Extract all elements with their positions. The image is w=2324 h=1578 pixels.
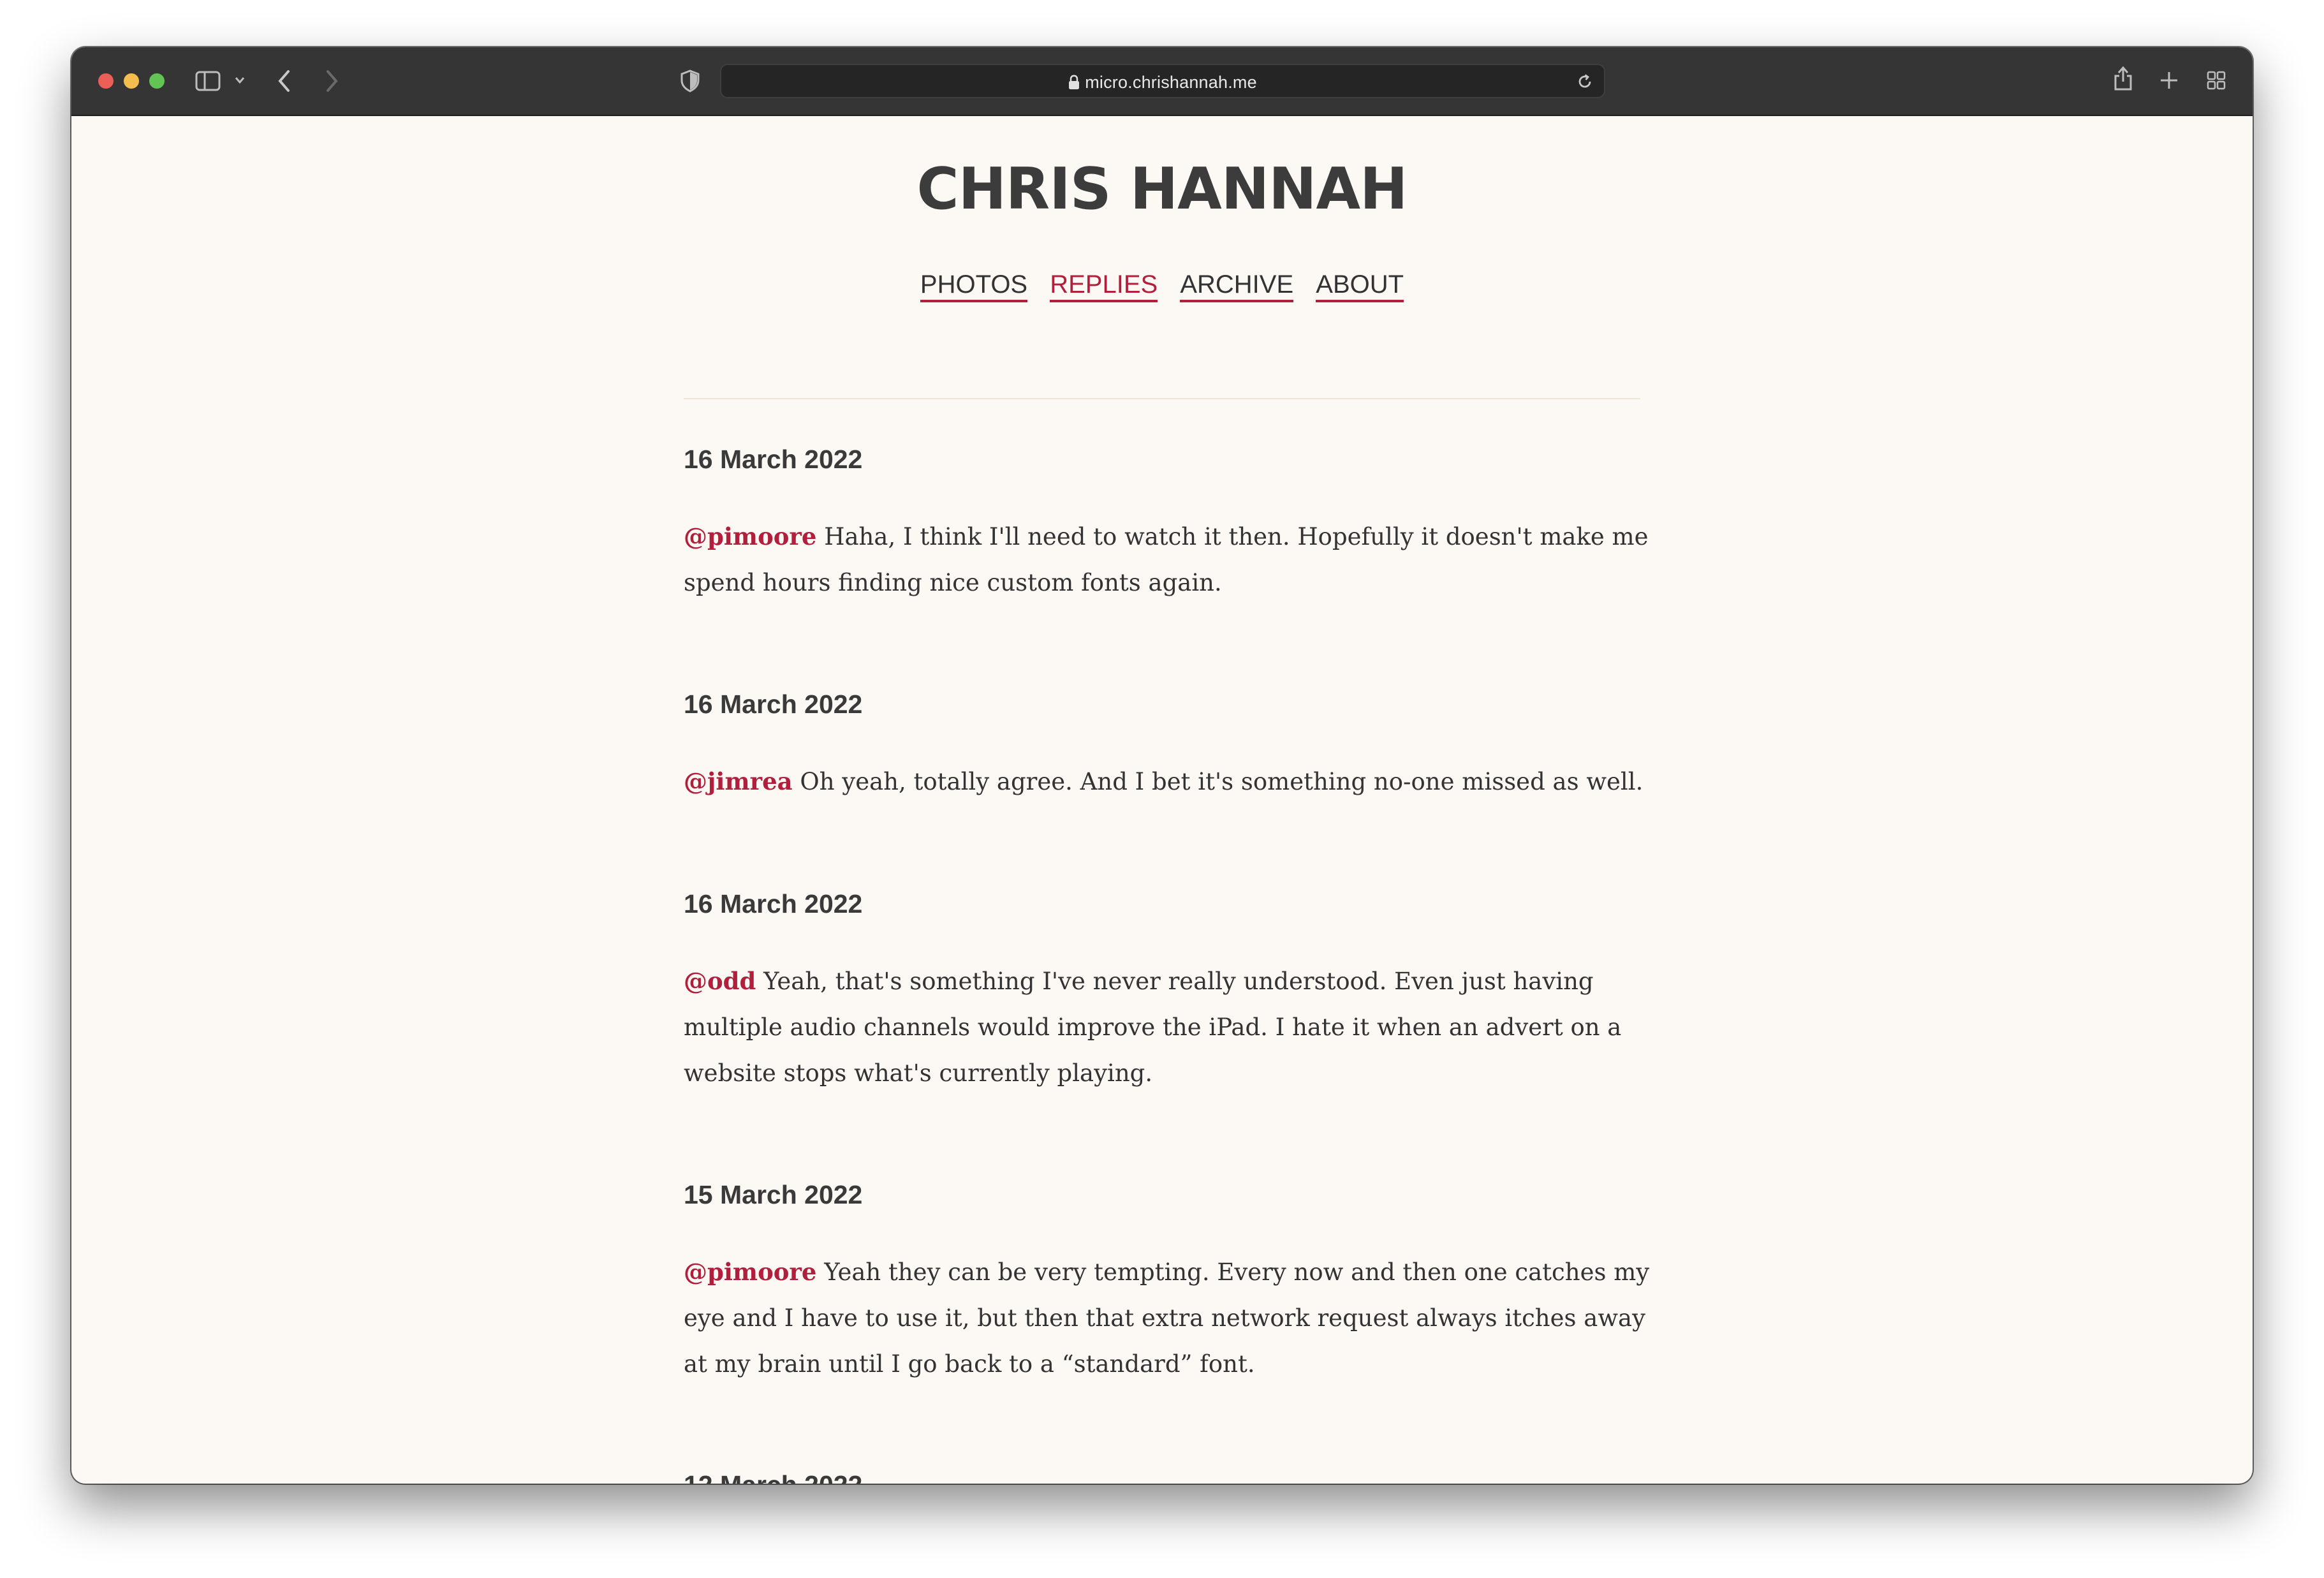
back-icon[interactable] <box>277 69 292 93</box>
post-date[interactable]: 16 March 2022 <box>684 444 1666 475</box>
browser-window: micro.chrishannah.me CHRIS HANNAH PHOTOS… <box>71 47 2253 1484</box>
reply-post: 15 March 2022 @pimoore Yeah they can be … <box>684 1179 1666 1387</box>
header-divider <box>684 398 1640 399</box>
nav-archive[interactable]: ARCHIVE <box>1180 270 1294 302</box>
post-body: @odd Yeah, that's something I've never r… <box>684 958 1666 1096</box>
share-icon[interactable] <box>2112 65 2134 92</box>
close-window-button[interactable] <box>98 73 114 89</box>
sidebar-icon[interactable] <box>195 71 221 91</box>
mention-link[interactable]: @pimoore <box>684 522 816 550</box>
minimize-window-button[interactable] <box>124 73 139 89</box>
chevron-down-icon[interactable] <box>235 77 245 84</box>
reply-post: 16 March 2022 @jimrea Oh yeah, totally a… <box>684 689 1666 805</box>
nav-about[interactable]: ABOUT <box>1316 270 1404 302</box>
address-bar[interactable]: micro.chrishannah.me <box>720 64 1605 98</box>
reload-icon[interactable] <box>1576 73 1594 91</box>
post-body: @jimrea Oh yeah, totally agree. And I be… <box>684 758 1666 805</box>
reply-post: 16 March 2022 @odd Yeah, that's somethin… <box>684 889 1666 1096</box>
post-body: @pimoore Yeah they can be very tempting.… <box>684 1249 1666 1387</box>
post-date[interactable]: 16 March 2022 <box>684 689 1666 719</box>
post-text: Yeah they can be very tempting. Every no… <box>684 1258 1650 1378</box>
page-content: CHRIS HANNAH PHOTOS REPLIES ARCHIVE ABOU… <box>71 116 2253 1484</box>
mention-link[interactable]: @pimoore <box>684 1258 816 1286</box>
post-date[interactable]: 12 March 2022 <box>684 1470 1666 1484</box>
post-text: Haha, I think I'll need to watch it then… <box>684 523 1649 596</box>
mention-link[interactable]: @odd <box>684 967 756 995</box>
browser-toolbar: micro.chrishannah.me <box>71 47 2253 116</box>
zoom-window-button[interactable] <box>149 73 165 89</box>
new-tab-icon[interactable] <box>2159 71 2179 90</box>
site-title[interactable]: CHRIS HANNAH <box>71 156 2253 223</box>
reply-post: 16 March 2022 @pimoore Haha, I think I'l… <box>684 444 1666 606</box>
lock-icon <box>1069 75 1080 89</box>
site-nav: PHOTOS REPLIES ARCHIVE ABOUT <box>71 270 2253 302</box>
post-text: Oh yeah, totally agree. And I bet it's s… <box>792 768 1644 795</box>
post-date[interactable]: 16 March 2022 <box>684 889 1666 919</box>
post-body: @pimoore Haha, I think I'll need to watc… <box>684 513 1666 606</box>
post-text: Yeah, that's something I've never really… <box>684 968 1622 1087</box>
url-text: micro.chrishannah.me <box>1085 73 1257 92</box>
forward-icon[interactable] <box>324 69 339 93</box>
tab-overview-icon[interactable] <box>2207 71 2226 90</box>
nav-replies[interactable]: REPLIES <box>1050 270 1158 302</box>
mention-link[interactable]: @jimrea <box>684 767 793 795</box>
privacy-shield-icon[interactable] <box>680 70 700 92</box>
nav-photos[interactable]: PHOTOS <box>920 270 1028 302</box>
reply-post: 12 March 2022 <box>684 1470 1666 1484</box>
post-date[interactable]: 15 March 2022 <box>684 1179 1666 1210</box>
